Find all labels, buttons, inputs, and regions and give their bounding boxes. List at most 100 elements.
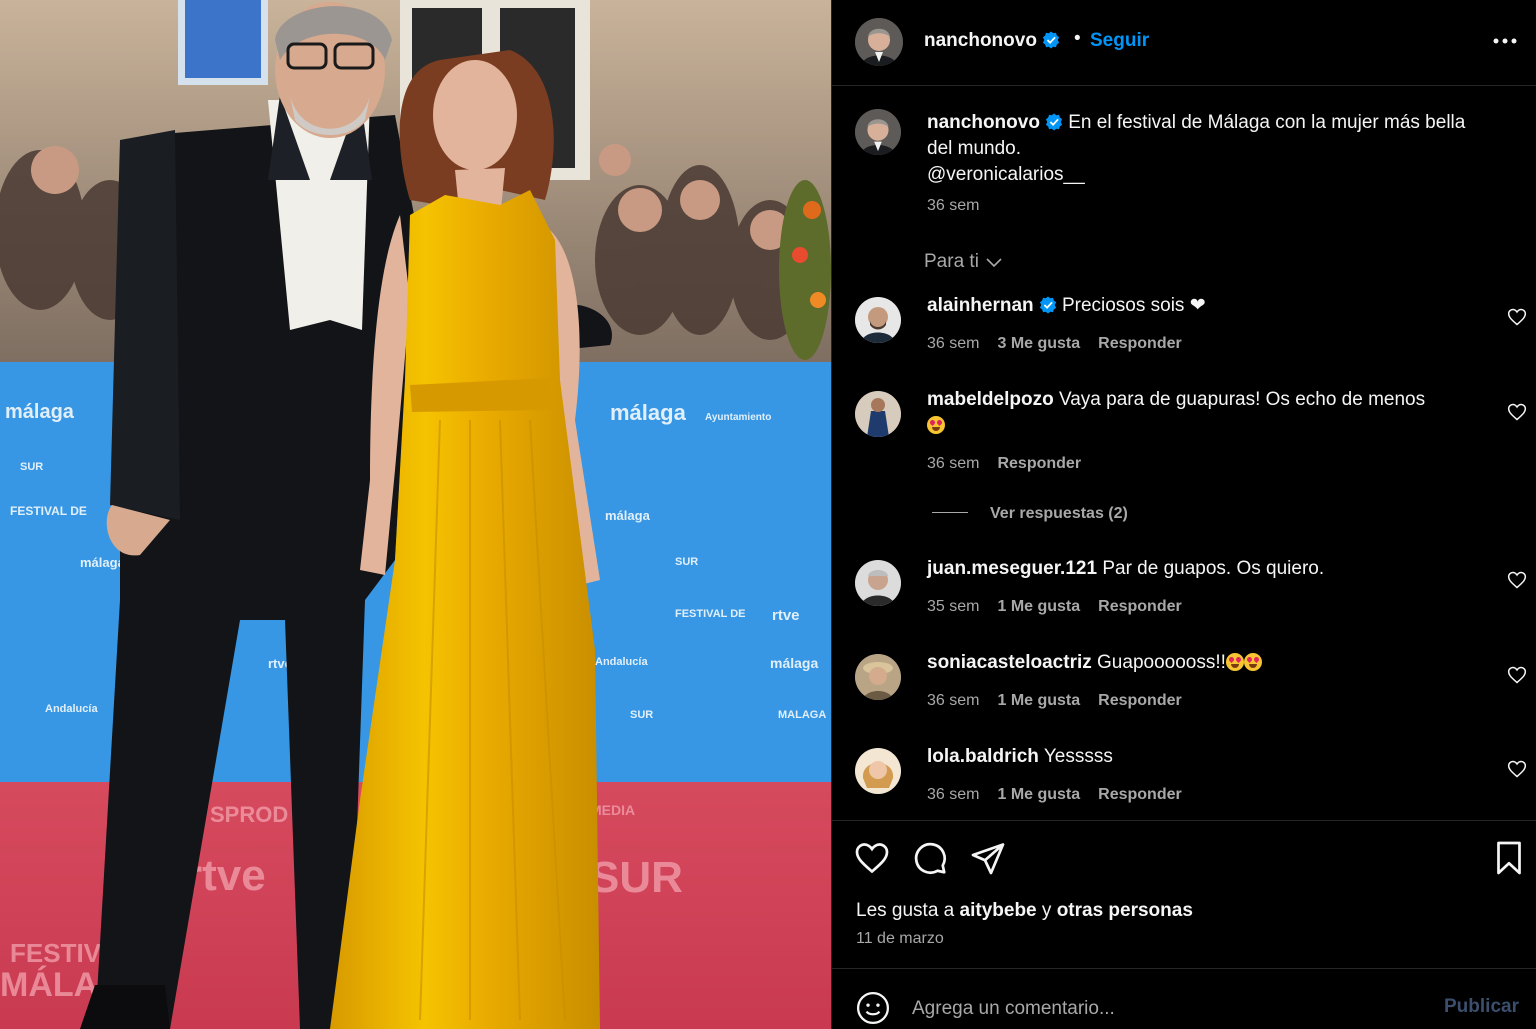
verified-badge-icon <box>1042 31 1060 49</box>
reply-button[interactable]: Responder <box>1098 786 1182 803</box>
comment-likes[interactable]: 1 Me gusta <box>997 692 1080 709</box>
avatar-image <box>855 297 901 343</box>
comment-input[interactable] <box>912 994 1432 1024</box>
comment-username[interactable]: lola.baldrich <box>927 746 1039 767</box>
comment-username[interactable]: soniacasteloactriz <box>927 652 1092 673</box>
svg-text:Andalucía: Andalucía <box>45 703 98 715</box>
filter-label[interactable]: Para ti <box>924 251 979 272</box>
heart-icon[interactable] <box>1507 759 1527 779</box>
comment-username[interactable]: juan.meseguer.121 <box>927 558 1097 579</box>
svg-text:málaga: málaga <box>610 400 687 425</box>
svg-text:SUR: SUR <box>630 709 653 721</box>
comment-avatar[interactable] <box>855 748 901 794</box>
svg-text:málaga: málaga <box>770 655 818 671</box>
avatar-image <box>855 748 901 794</box>
comment-meta: 36 sem 3 Me gusta Responder <box>927 335 1200 353</box>
follow-button[interactable]: Seguir <box>1090 30 1149 52</box>
heart-icon[interactable] <box>1507 307 1527 327</box>
photo-illustration: málaga málaga Ayuntamiento FESTIVAL DE m… <box>0 0 831 1029</box>
caption-username[interactable]: nanchonovo <box>927 112 1040 133</box>
comment-avatar[interactable] <box>855 391 901 437</box>
comments-filter-dropdown[interactable]: Para ti <box>924 251 1003 273</box>
comment-meta: 36 sem 1 Me gusta Responder <box>927 786 1200 804</box>
svg-text:SUR: SUR <box>20 461 43 473</box>
share-icon[interactable] <box>970 840 1006 876</box>
post-side-panel: nanchonovo • Seguir nanchonovo En el fes… <box>831 0 1536 1029</box>
svg-text:Ayuntamiento: Ayuntamiento <box>705 412 771 423</box>
verified-badge-icon <box>1039 296 1056 314</box>
bookmark-icon[interactable] <box>1491 840 1527 876</box>
comment-likes[interactable]: 1 Me gusta <box>997 786 1080 803</box>
comment-meta: 35 sem 1 Me gusta Responder <box>927 598 1200 616</box>
comment-avatar[interactable] <box>855 654 901 700</box>
avatar-image <box>855 391 901 437</box>
post-photo: málaga málaga Ayuntamiento FESTIVAL DE m… <box>0 0 831 1029</box>
post-header: nanchonovo • Seguir <box>832 0 1536 86</box>
author-avatar[interactable] <box>855 18 903 66</box>
comment-icon[interactable] <box>912 840 948 876</box>
comment-text: Guapoooooss!! <box>1097 652 1226 673</box>
comment-text: Vaya para de guapuras! Os echo de menos <box>1058 389 1426 410</box>
comment-meta: 36 sem 1 Me gusta Responder <box>927 692 1200 710</box>
heart-eyes-emoji <box>1243 653 1262 671</box>
caption-timestamp: 36 sem <box>927 197 980 214</box>
caption-text: nanchonovo En el festival de Málaga con … <box>927 110 1517 188</box>
verified-badge-icon <box>1045 113 1063 131</box>
replies-dash <box>932 512 968 513</box>
comment-text: Par de guapos. Os quiero. <box>1102 558 1325 579</box>
comment-time: 36 sem <box>927 455 980 472</box>
reply-button[interactable]: Responder <box>1098 692 1182 709</box>
publish-button[interactable]: Publicar <box>1444 996 1519 1018</box>
svg-text:MALAGA: MALAGA <box>778 709 826 721</box>
likes-middle: y <box>1041 900 1052 921</box>
author-username-text[interactable]: nanchonovo <box>924 30 1037 51</box>
svg-text:FESTIVAL DE: FESTIVAL DE <box>675 608 746 620</box>
comment-likes[interactable]: 3 Me gusta <box>997 335 1080 352</box>
add-comment-bar: Publicar <box>832 968 1536 1029</box>
comment-time: 36 sem <box>927 335 980 352</box>
svg-text:SUR: SUR <box>590 853 683 902</box>
caption-line-2: del mundo. <box>927 138 1022 159</box>
heart-eyes-emoji <box>1225 653 1244 671</box>
reply-button[interactable]: Responder <box>1098 598 1182 615</box>
comment-avatar[interactable] <box>855 560 901 606</box>
likes-others[interactable]: otras personas <box>1057 900 1193 921</box>
comment-body: lola.baldrich Yesssss <box>927 744 1487 770</box>
comment-time: 36 sem <box>927 786 980 803</box>
comment-username[interactable]: mabeldelpozo <box>927 389 1054 410</box>
comment-meta: 36 sem Responder <box>927 455 1099 473</box>
caption-avatar[interactable] <box>855 109 901 155</box>
avatar-image <box>855 560 901 606</box>
svg-text:SUR: SUR <box>675 556 698 568</box>
heart-icon[interactable] <box>1507 402 1527 422</box>
heart-eyes-emoji <box>927 416 945 434</box>
comment-likes[interactable]: 1 Me gusta <box>997 598 1080 615</box>
comment-text: Preciosos sois ❤ <box>1061 295 1206 316</box>
comment-time: 35 sem <box>927 598 980 615</box>
chevron-down-icon <box>986 258 1002 268</box>
view-replies-label[interactable]: Ver respuestas (2) <box>990 505 1128 522</box>
avatar-image <box>855 18 903 66</box>
heart-icon[interactable] <box>1507 570 1527 590</box>
post-actions: Les gusta a aitybebe y otras personas 11… <box>832 820 1536 970</box>
reply-button[interactable]: Responder <box>1098 335 1182 352</box>
heart-icon[interactable] <box>1507 665 1527 685</box>
comment-avatar[interactable] <box>855 297 901 343</box>
reply-button[interactable]: Responder <box>997 455 1081 472</box>
likes-prefix: Les gusta a <box>856 900 955 921</box>
svg-text:rtve: rtve <box>772 607 800 624</box>
author-username[interactable]: nanchonovo <box>924 30 1060 52</box>
more-options-icon[interactable] <box>1492 28 1518 54</box>
likes-user[interactable]: aitybebe <box>960 900 1037 921</box>
comment-username[interactable]: alainhernan <box>927 295 1034 316</box>
view-replies-button[interactable]: Ver respuestas (2) <box>932 505 1128 523</box>
avatar-image <box>855 654 901 700</box>
post-date: 11 de marzo <box>856 930 944 947</box>
comment-text: Yesssss <box>1043 746 1113 767</box>
emoji-icon[interactable] <box>856 991 890 1025</box>
caption-mention[interactable]: @veronicalarios__ <box>927 162 1517 188</box>
comment-body: mabeldelpozo Vaya para de guapuras! Os e… <box>927 387 1487 439</box>
likes-summary: Les gusta a aitybebe y otras personas <box>856 900 1193 922</box>
comment-time: 36 sem <box>927 692 980 709</box>
like-heart-icon[interactable] <box>854 840 890 876</box>
